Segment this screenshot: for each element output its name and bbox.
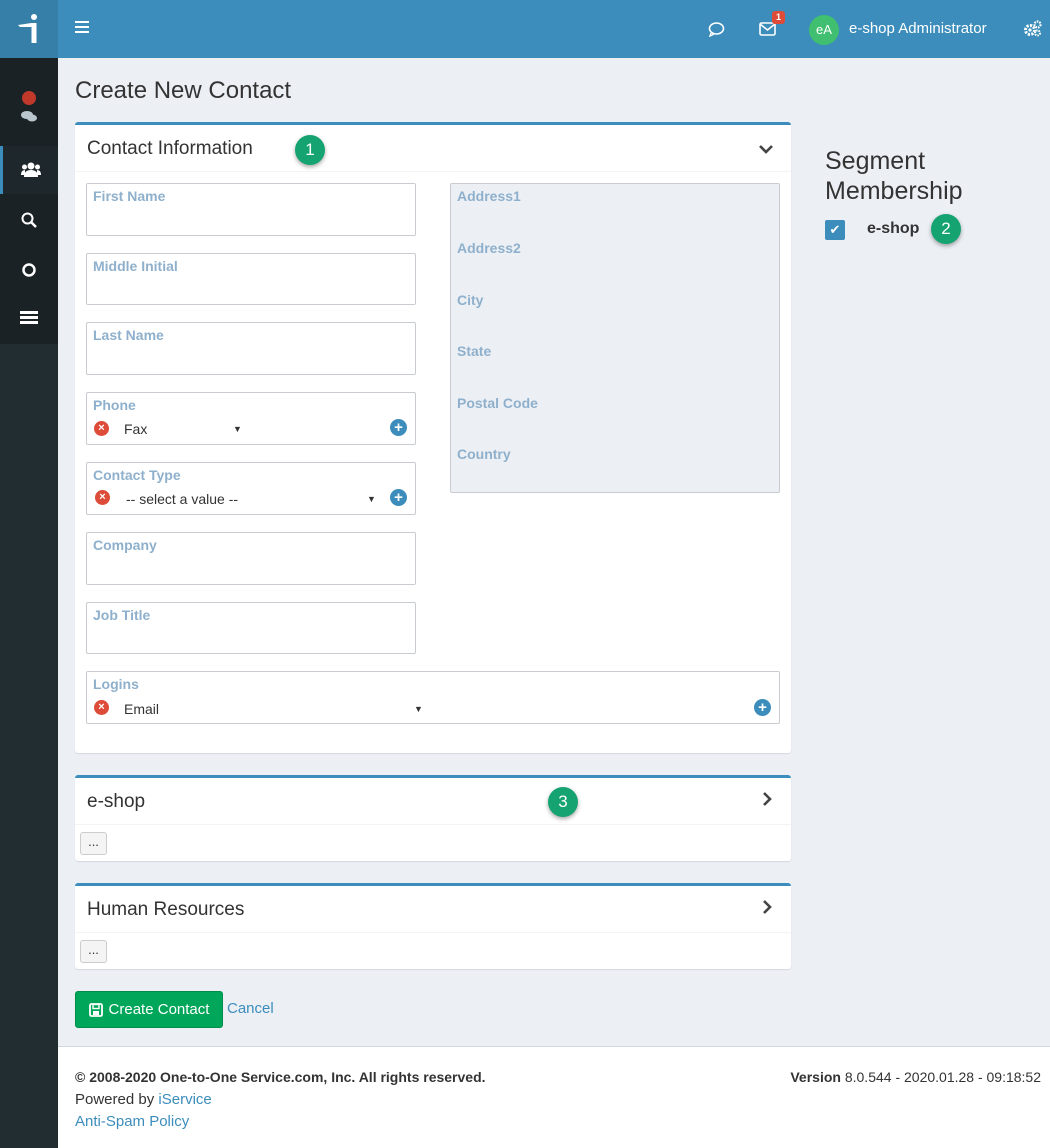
human-resources-panel: Human Resources ... [75, 883, 791, 969]
last-name-label: Last Name [93, 327, 164, 343]
last-name-field[interactable]: Last Name [86, 322, 416, 375]
chevron-down-icon[interactable] [759, 141, 773, 157]
address-block[interactable]: Address1 Address2 City State Postal Code… [450, 183, 780, 493]
footer: © 2008-2020 One-to-One Service.com, Inc.… [58, 1046, 1050, 1148]
contact-type-label: Contact Type [93, 467, 181, 483]
list-icon [20, 311, 38, 324]
anti-spam-link[interactable]: Anti-Spam Policy [75, 1113, 189, 1130]
chevron-right-icon[interactable] [762, 792, 772, 809]
chevron-right-icon[interactable] [762, 900, 772, 917]
sidebar [0, 0, 58, 1148]
contact-type-field: Contact Type × -- select a value -- ▼ + [86, 462, 416, 515]
create-contact-button[interactable]: Create Contact [75, 991, 223, 1028]
cancel-link[interactable]: Cancel [227, 1000, 274, 1017]
add-contact-type-icon[interactable]: + [390, 489, 407, 506]
remove-login-icon[interactable]: × [94, 700, 109, 715]
sidebar-item-contacts[interactable] [0, 146, 58, 194]
save-icon [88, 1002, 103, 1017]
contact-type-caret-icon[interactable]: ▼ [367, 494, 376, 504]
add-phone-icon[interactable]: + [390, 419, 407, 436]
users-icon [20, 162, 41, 177]
login-type-caret-icon[interactable]: ▼ [414, 704, 423, 714]
version-label: Version [790, 1069, 841, 1085]
iservice-link[interactable]: iService [158, 1091, 211, 1108]
remove-phone-icon[interactable]: × [94, 421, 109, 436]
contact-type-select[interactable]: -- select a value -- [126, 491, 238, 507]
sidebar-item-list[interactable] [0, 300, 58, 336]
hr-more-button[interactable]: ... [80, 940, 107, 963]
state-label: State [457, 343, 492, 359]
login-type-select[interactable]: Email [124, 701, 159, 717]
job-title-label: Job Title [93, 607, 151, 623]
address1-label: Address1 [457, 188, 521, 204]
gears-icon[interactable] [1023, 20, 1042, 40]
contact-information-header[interactable]: Contact Information [75, 125, 791, 172]
avatar[interactable]: eA [809, 15, 839, 45]
first-name-label: First Name [93, 188, 166, 204]
step-marker-2: 2 [931, 214, 961, 244]
panel-title: e-shop [87, 791, 146, 812]
company-field[interactable]: Company [86, 532, 416, 585]
powered-by: Powered by iService [75, 1091, 212, 1108]
segment-label[interactable]: e-shop [867, 220, 919, 238]
phone-type-select[interactable]: Fax [124, 421, 147, 437]
phone-label: Phone [93, 397, 136, 413]
chat-status-icon [21, 91, 37, 122]
search-icon [21, 212, 37, 228]
panel-title: Contact Information [87, 138, 253, 159]
city-label: City [457, 292, 484, 308]
phone-field: Phone × Fax ▼ + [86, 392, 416, 445]
logins-label: Logins [93, 676, 139, 692]
segment-membership-title: Segment Membership [825, 147, 963, 205]
sidebar-item-chat[interactable] [0, 80, 58, 130]
middle-initial-label: Middle Initial [93, 258, 178, 274]
page-title: Create New Contact [75, 77, 292, 104]
sidebar-item-circle[interactable] [0, 252, 58, 288]
notification-badge: 1 [772, 11, 785, 24]
version-info: Version 8.0.544 - 2020.01.28 - 09:18:52 [790, 1069, 1041, 1085]
app-logo[interactable] [0, 0, 58, 58]
top-header: 1 eA e-shop Administrator [58, 0, 1050, 58]
version-value: 8.0.544 - 2020.01.28 - 09:18:52 [840, 1069, 1041, 1085]
segment-checkbox[interactable]: ✔ [825, 220, 845, 240]
phone-type-caret-icon[interactable]: ▼ [233, 424, 242, 434]
sidebar-item-search[interactable] [0, 202, 58, 238]
add-login-icon[interactable]: + [754, 699, 771, 716]
menu-toggle-icon[interactable] [75, 21, 89, 35]
first-name-field[interactable]: First Name [86, 183, 416, 236]
chat-icon[interactable] [708, 22, 725, 40]
eshop-panel-header[interactable]: e-shop [75, 778, 791, 825]
envelope-icon[interactable] [759, 22, 776, 39]
address2-label: Address2 [457, 240, 521, 256]
panel-title: Human Resources [87, 899, 245, 920]
middle-initial-field[interactable]: Middle Initial [86, 253, 416, 305]
user-name[interactable]: e-shop Administrator [849, 20, 987, 37]
company-label: Company [93, 537, 157, 553]
step-marker-3: 3 [548, 787, 578, 817]
step-marker-1: 1 [295, 135, 325, 165]
logo-icon [18, 14, 37, 43]
powered-by-prefix: Powered by [75, 1091, 159, 1108]
job-title-field[interactable]: Job Title [86, 602, 416, 654]
create-contact-label: Create Contact [108, 1001, 210, 1018]
copyright-text: © 2008-2020 One-to-One Service.com, Inc.… [75, 1069, 486, 1085]
human-resources-panel-header[interactable]: Human Resources [75, 886, 791, 933]
logins-field: Logins × Email ▼ + [86, 671, 780, 724]
country-label: Country [457, 446, 511, 462]
circle-icon [22, 263, 36, 277]
postal-code-label: Postal Code [457, 395, 538, 411]
remove-contact-type-icon[interactable]: × [95, 490, 110, 505]
eshop-panel: e-shop ... [75, 775, 791, 861]
eshop-more-button[interactable]: ... [80, 832, 107, 855]
